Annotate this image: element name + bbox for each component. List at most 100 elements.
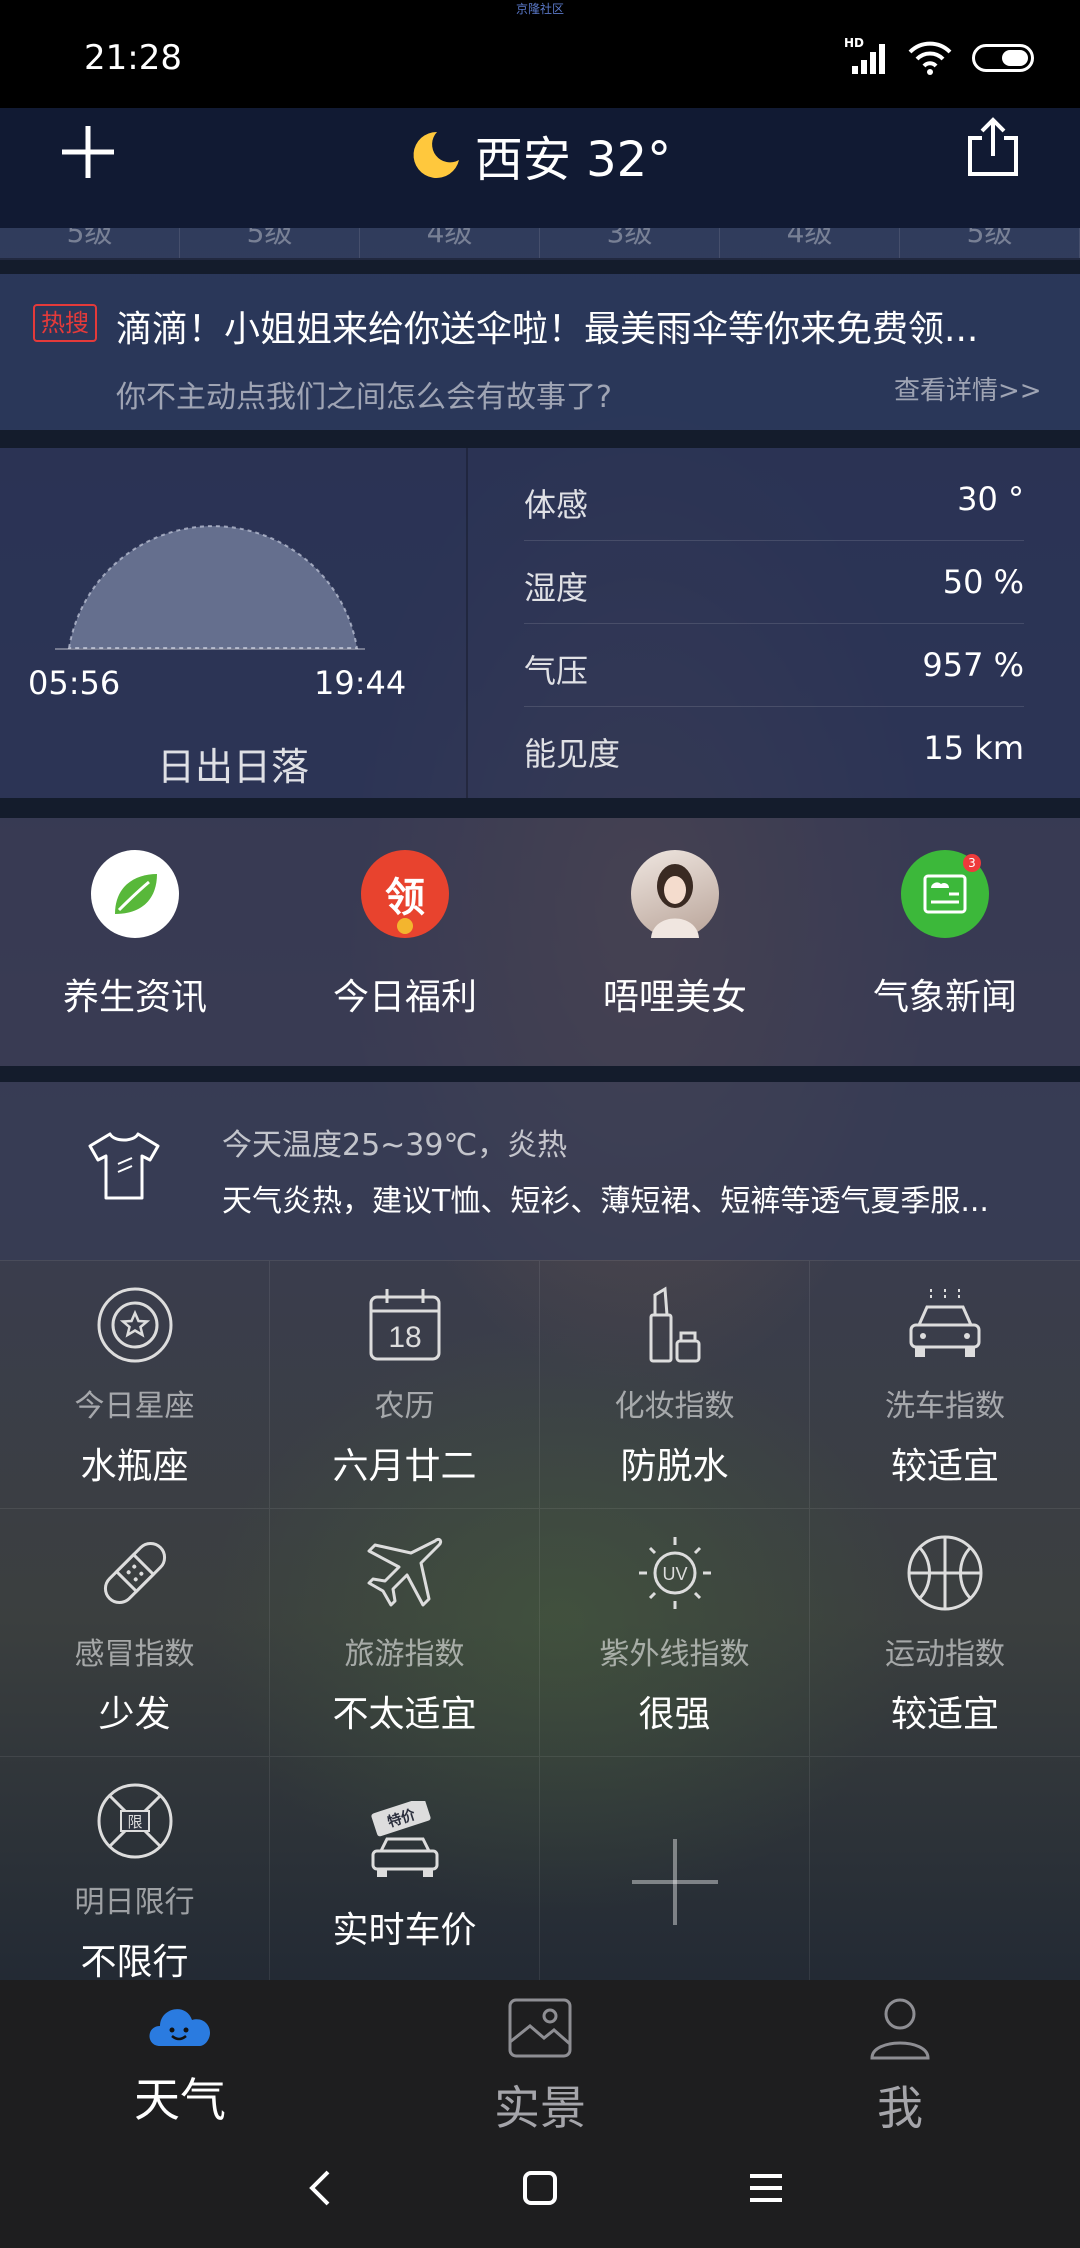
app-daily-welfare[interactable]: 领 今日福利	[270, 850, 540, 1020]
banner-title[interactable]: 滴滴！小姐姐来给你送伞啦！最美雨伞等你来免费领...	[116, 300, 978, 352]
aqi-cell: 3级	[540, 228, 720, 258]
view-details-link[interactable]: 查看详情>>	[894, 370, 1042, 407]
svg-text:18: 18	[388, 1321, 421, 1354]
index-car-price[interactable]: 特价 实时车价	[270, 1756, 540, 2004]
index-label: 明日限行	[74, 1885, 195, 1920]
index-makeup[interactable]: 化妆指数 防脱水	[540, 1260, 810, 1508]
star-badge-icon	[97, 1287, 172, 1363]
hot-search-badge: 热搜	[33, 304, 97, 342]
tab-live-scene[interactable]: 实景	[360, 1996, 720, 2138]
detail-row-visibility: 能见度 15 km	[524, 707, 1024, 789]
empty-cell	[810, 1756, 1080, 2004]
car-price-icon: 特价	[370, 1797, 438, 1877]
index-label: 农历	[374, 1389, 435, 1424]
bandage-icon	[103, 1541, 166, 1605]
svg-text:限: 限	[127, 1813, 142, 1831]
tshirt-icon	[88, 1132, 160, 1200]
index-value: 实时车价	[332, 1910, 477, 1951]
detail-label: 气压	[524, 652, 589, 690]
aqi-cell: 4级	[360, 228, 540, 258]
aqi-cell: 5级	[0, 228, 180, 258]
sunset-time: 19:44	[314, 664, 407, 702]
news-badge: 3	[963, 854, 981, 872]
detail-value: 50 %	[942, 563, 1024, 601]
restriction-icon: 限	[97, 1783, 172, 1859]
aqi-cell: 5级	[900, 228, 1080, 258]
detail-row-humidity: 湿度 50 %	[524, 541, 1024, 624]
moon-icon	[413, 131, 459, 178]
app-label: 养生资讯	[62, 977, 207, 1018]
index-label: 运动指数	[885, 1637, 1005, 1672]
index-value: 防脱水	[620, 1446, 729, 1487]
index-label: 旅游指数	[344, 1637, 465, 1672]
divider	[466, 448, 468, 798]
tab-weather[interactable]: 天气	[0, 1996, 360, 2130]
clothing-temperature: 今天温度25~39℃，炎热	[222, 1128, 568, 1163]
app-weather-news[interactable]: 3 气象新闻	[810, 850, 1080, 1020]
aqi-forecast-row: 5级 5级 4级 3级 4级 5级	[0, 228, 1080, 260]
index-car-wash[interactable]: 洗车指数 较适宜	[810, 1260, 1080, 1508]
index-label: 化妆指数	[614, 1389, 735, 1424]
add-icon	[631, 1839, 718, 1925]
index-travel[interactable]: 旅游指数 不太适宜	[270, 1508, 540, 1756]
detail-label: 湿度	[524, 569, 589, 607]
car-wash-icon	[909, 1289, 981, 1357]
detail-value: 15 km	[923, 729, 1024, 767]
index-label: 感冒指数	[74, 1637, 195, 1672]
index-value: 较适宜	[890, 1446, 999, 1487]
detail-row-pressure: 气压 957 %	[524, 624, 1024, 707]
city-name: 西安	[474, 132, 571, 188]
index-traffic-restriction[interactable]: 限 明日限行 不限行	[0, 1756, 270, 2004]
life-index-grid: 今日星座 水瓶座 18 农历 六月廿二 化妆指数 防脱水 洗车指数 较适宜 感冒…	[0, 1260, 1080, 2004]
aqi-cell: 5级	[180, 228, 360, 258]
photo-icon	[508, 1998, 572, 2058]
divider	[0, 430, 1080, 448]
menu-nav-icon[interactable]	[746, 2166, 786, 2210]
home-nav-icon[interactable]	[522, 2166, 558, 2210]
person-icon	[870, 1998, 930, 2060]
index-value: 不限行	[80, 1942, 189, 1983]
signal-icon	[852, 44, 885, 74]
leaf-icon	[91, 850, 179, 938]
app-health-news[interactable]: 养生资讯	[0, 850, 270, 1020]
cosmetics-icon	[649, 1286, 700, 1363]
wifi-icon	[908, 41, 952, 75]
app-label: 唔哩美女	[602, 977, 747, 1018]
tab-me[interactable]: 我	[720, 1996, 1080, 2138]
avatar-icon	[631, 850, 719, 938]
index-cold[interactable]: 感冒指数 少发	[0, 1508, 270, 1756]
cloud-smile-icon	[149, 2009, 211, 2046]
detail-value: 30 °	[957, 480, 1024, 518]
divider	[0, 1066, 1080, 1082]
index-value: 较适宜	[890, 1694, 999, 1735]
app-beauty[interactable]: 唔哩美女	[540, 850, 810, 1020]
share-button[interactable]	[960, 114, 1026, 180]
index-sports[interactable]: 运动指数 较适宜	[810, 1508, 1080, 1756]
banner-subtitle: 你不主动点我们之间怎么会有故事了?	[116, 380, 612, 415]
detail-label: 体感	[524, 486, 589, 524]
svg-text:UV: UV	[662, 1564, 687, 1584]
aqi-cell: 4级	[720, 228, 900, 258]
index-value: 很强	[638, 1694, 711, 1735]
index-value: 六月廿二	[332, 1446, 477, 1487]
sunrise-time: 05:56	[28, 664, 121, 702]
detail-label: 能见度	[524, 735, 621, 773]
divider	[0, 260, 1080, 274]
news-icon: 3	[901, 850, 989, 938]
detail-value: 957 %	[922, 646, 1024, 684]
basketball-icon	[907, 1535, 983, 1611]
index-value: 水瓶座	[80, 1446, 189, 1487]
app-label: 今日福利	[332, 977, 477, 1018]
index-uv[interactable]: UV 紫外线指数 很强	[540, 1508, 810, 1756]
add-index-button[interactable]	[540, 1756, 810, 2004]
city-title[interactable]: 西安 32°	[0, 120, 1080, 188]
index-value: 少发	[98, 1694, 171, 1735]
index-horoscope[interactable]: 今日星座 水瓶座	[0, 1260, 270, 1508]
clothing-description: 天气炎热，建议T恤、短衫、薄短裙、短裤等透气夏季服...	[222, 1184, 989, 1219]
index-lunar-calendar[interactable]: 18 农历 六月廿二	[270, 1260, 540, 1508]
calendar-icon: 18	[369, 1289, 440, 1361]
back-nav-icon[interactable]	[300, 2166, 340, 2210]
status-time: 21:28	[84, 38, 182, 78]
index-label: 今日星座	[74, 1389, 195, 1424]
carrier-text: 京隆社区	[515, 2, 564, 16]
